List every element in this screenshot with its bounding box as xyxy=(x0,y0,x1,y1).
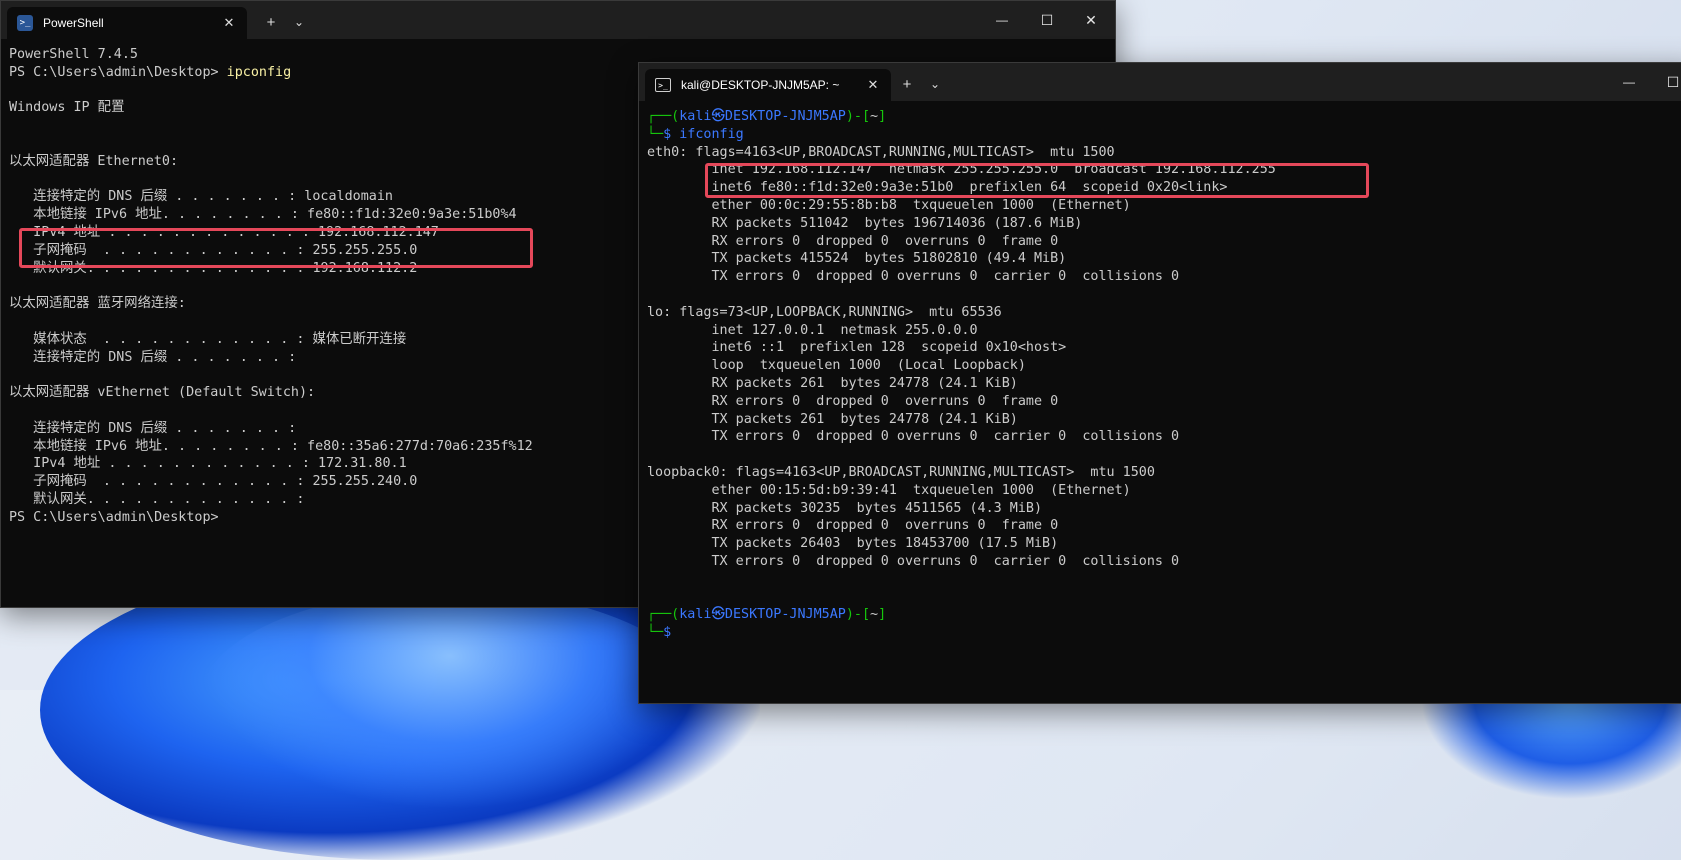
terminal-icon: >_ xyxy=(655,78,671,92)
prompt-host: DESKTOP-JNJM5AP xyxy=(724,607,846,623)
maximize-button[interactable]: ☐ xyxy=(1025,1,1069,39)
prompt-dollar: $ xyxy=(663,126,680,142)
tab-powershell[interactable]: >_ PowerShell ✕ xyxy=(7,7,247,39)
kali-command-line: └─$ ifconfig xyxy=(647,126,1681,144)
terminal-line: RX errors 0 dropped 0 overruns 0 frame 0 xyxy=(647,233,1059,249)
terminal-line: TX errors 0 dropped 0 overruns 0 carrier… xyxy=(647,429,1180,445)
prompt-frame: )-[ xyxy=(845,109,871,124)
wallpaper-bloom xyxy=(200,590,700,810)
maximize-button[interactable]: ☐ xyxy=(1651,63,1681,101)
prompt-at-icon: ㉿ xyxy=(711,109,725,124)
terminal-line: TX packets 261 bytes 24778 (24.1 KiB) xyxy=(647,411,1018,427)
terminal-line: RX packets 30235 bytes 4511565 (4.3 MiB) xyxy=(647,500,1043,516)
prompt-host: DESKTOP-JNJM5AP xyxy=(724,109,846,124)
terminal-line: TX errors 0 dropped 0 overruns 0 carrier… xyxy=(647,269,1180,285)
prompt-dir: ~ xyxy=(870,109,879,124)
highlight-box xyxy=(705,163,1369,198)
kali-titlebar[interactable]: >_ kali@DESKTOP-JNJM5AP: ~ ✕ + ⌄ — ☐ xyxy=(639,63,1681,101)
terminal-line: RX packets 261 bytes 24778 (24.1 KiB) xyxy=(647,375,1018,391)
terminal-line: ether 00:15:5d:b9:39:41 txqueuelen 1000 … xyxy=(647,482,1131,498)
terminal-line: eth0: flags=4163<UP,BROADCAST,RUNNING,MU… xyxy=(647,144,1115,160)
powershell-icon: >_ xyxy=(17,15,33,31)
tab-kali[interactable]: >_ kali@DESKTOP-JNJM5AP: ~ ✕ xyxy=(645,69,891,101)
terminal-line: TX errors 0 dropped 0 overruns 0 carrier… xyxy=(647,553,1180,569)
prompt-frame: )-[ xyxy=(845,607,871,623)
prompt-dir: ~ xyxy=(870,607,879,623)
kali-prompt-line: ┌──(kali㉿DESKTOP-JNJM5AP)-[~] xyxy=(647,108,1681,126)
prompt-text: PS C:\Users\admin\Desktop> xyxy=(9,64,227,80)
new-tab-button[interactable]: + xyxy=(258,9,284,35)
terminal-line: lo: flags=73<UP,LOOPBACK,RUNNING> mtu 65… xyxy=(647,304,1002,320)
terminal-line: inet6 ::1 prefixlen 128 scopeid 0x10<hos… xyxy=(647,340,1067,356)
tab-title: PowerShell xyxy=(43,16,104,30)
prompt-frame: ] xyxy=(878,607,887,623)
kali-command-line: └─$ xyxy=(647,624,1681,642)
prompt-user: kali xyxy=(679,109,712,124)
prompt-at-icon: ㉿ xyxy=(711,607,725,623)
prompt-frame: └─ xyxy=(647,625,664,641)
terminal-line: inet 127.0.0.1 netmask 255.0.0.0 xyxy=(647,322,978,338)
tab-title: kali@DESKTOP-JNJM5AP: ~ xyxy=(681,78,840,92)
prompt-frame: ┌──( xyxy=(647,607,680,623)
prompt-frame: ] xyxy=(878,109,887,124)
command-text: ipconfig xyxy=(226,64,292,80)
kali-prompt-line: ┌──(kali㉿DESKTOP-JNJM5AP)-[~] xyxy=(647,606,1681,624)
command-text: ifconfig xyxy=(679,126,744,142)
tab-close-icon[interactable]: ✕ xyxy=(863,77,883,93)
kali-window: >_ kali@DESKTOP-JNJM5AP: ~ ✕ + ⌄ — ☐ ┌──… xyxy=(638,62,1681,704)
terminal-line: RX packets 511042 bytes 196714036 (187.6… xyxy=(647,215,1083,231)
prompt-text: PS C:\Users\admin\Desktop> xyxy=(9,509,219,525)
terminal-line: ether 00:0c:29:55:8b:b8 txqueuelen 1000 … xyxy=(647,197,1131,213)
tab-dropdown-button[interactable]: ⌄ xyxy=(922,71,948,97)
prompt-frame: ┌──( xyxy=(647,109,680,124)
powershell-titlebar[interactable]: >_ PowerShell ✕ + ⌄ — ☐ ✕ xyxy=(1,1,1115,39)
terminal-line: TX packets 26403 bytes 18453700 (17.5 Mi… xyxy=(647,536,1059,552)
terminal-line: TX packets 415524 bytes 51802810 (49.4 M… xyxy=(647,251,1067,267)
prompt-user: kali xyxy=(679,607,712,623)
minimize-button[interactable]: — xyxy=(980,1,1024,39)
minimize-button[interactable]: — xyxy=(1607,63,1651,101)
terminal-line: RX errors 0 dropped 0 overruns 0 frame 0 xyxy=(647,393,1059,409)
close-button[interactable]: ✕ xyxy=(1069,1,1113,39)
tab-close-icon[interactable]: ✕ xyxy=(219,15,239,31)
prompt-dollar: $ xyxy=(663,625,680,641)
highlight-box xyxy=(19,228,533,268)
terminal-line: RX errors 0 dropped 0 overruns 0 frame 0 xyxy=(647,518,1059,534)
terminal-line: loop txqueuelen 1000 (Local Loopback) xyxy=(647,358,1026,374)
terminal-line: loopback0: flags=4163<UP,BROADCAST,RUNNI… xyxy=(647,464,1155,480)
prompt-frame: └─ xyxy=(647,126,664,142)
tab-dropdown-button[interactable]: ⌄ xyxy=(286,9,312,35)
new-tab-button[interactable]: + xyxy=(894,71,920,97)
